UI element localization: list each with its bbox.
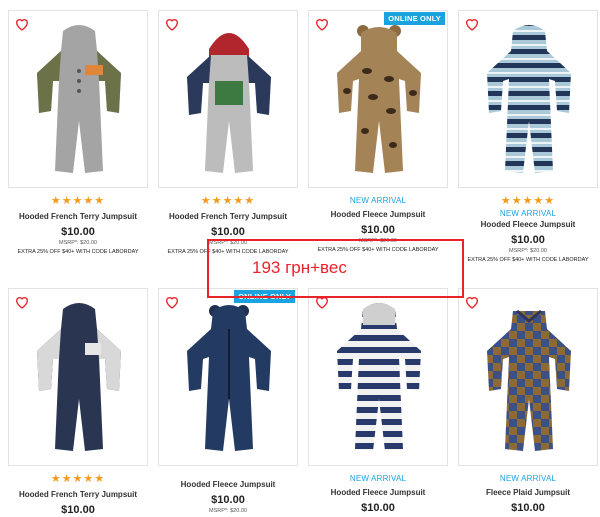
product-price: $10.00 [511,234,545,246]
new-arrival-label: NEW ARRIVAL [349,196,407,205]
product-price: $10.00 [361,224,395,236]
product-image[interactable] [458,10,598,188]
product-name[interactable]: Hooded French Terry Jumpsuit [8,489,148,501]
annotation-price-text: 193 грн+вес [252,258,347,277]
product-promo: EXTRA 25% OFF $40+ WITH CODE LABORDAY [17,249,139,255]
product-name[interactable]: Hooded Fleece Jumpsuit [308,209,448,221]
product-name[interactable]: Hooded French Terry Jumpsuit [8,211,148,223]
product-price: $10.00 [511,502,545,514]
product-image[interactable] [8,10,148,188]
product-image[interactable]: ONLINE ONLY [158,288,298,466]
product-name[interactable]: Hooded Fleece Jumpsuit [308,487,448,499]
jumpsuit-image [337,303,421,451]
star-rating: ★★★★★ [50,473,106,485]
product-price: $10.00 [61,504,95,516]
product-price: $10.00 [211,226,245,238]
jumpsuit-image [187,305,271,451]
product-msrp: MSRP*: $20.00 [509,248,547,254]
jumpsuit-image [337,25,421,173]
product-msrp: MSRP*: $20.00 [59,240,97,246]
product-name[interactable]: Hooded Fleece Jumpsuit [158,479,298,491]
star-rating: ★★★★★ [500,195,556,207]
product-price: $10.00 [361,502,395,514]
product-name[interactable]: Fleece Plaid Jumpsuit [458,487,598,499]
product-price: $10.00 [61,226,95,238]
star-rating: ★★★★★ [50,195,106,207]
jumpsuit-image [487,25,571,173]
star-rating: ★★★★★ [200,195,256,207]
product-name[interactable]: Hooded French Terry Jumpsuit [158,211,298,223]
new-arrival-label: NEW ARRIVAL [499,474,557,483]
product-image[interactable] [158,10,298,188]
product-image[interactable]: ONLINE ONLY [308,10,448,188]
new-arrival-label: NEW ARRIVAL [499,209,557,218]
product-image[interactable] [8,288,148,466]
jumpsuit-image [487,309,571,451]
product-image[interactable] [308,288,448,466]
product-price: $10.00 [211,494,245,506]
product-promo: EXTRA 25% OFF $40+ WITH CODE LABORDAY [467,257,589,263]
jumpsuit-image [37,303,121,451]
jumpsuit-image [37,25,121,173]
new-arrival-label: NEW ARRIVAL [349,474,407,483]
product-image[interactable] [458,288,598,466]
jumpsuit-image [187,33,271,173]
product-name[interactable]: Hooded Fleece Jumpsuit [458,219,598,231]
